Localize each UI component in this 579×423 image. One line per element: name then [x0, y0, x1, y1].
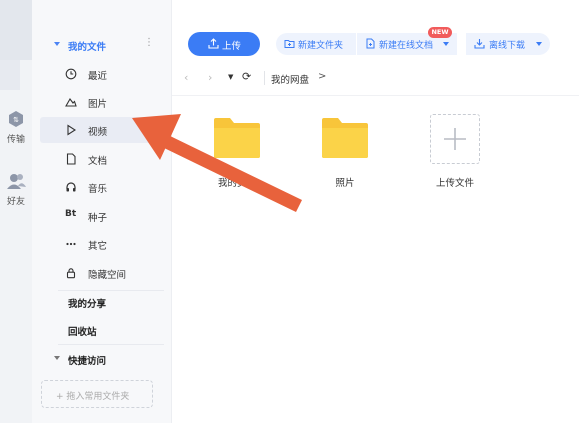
arrow-head: [132, 114, 181, 160]
arrow-shaft: [160, 134, 302, 212]
annotation-arrow: [132, 114, 302, 212]
